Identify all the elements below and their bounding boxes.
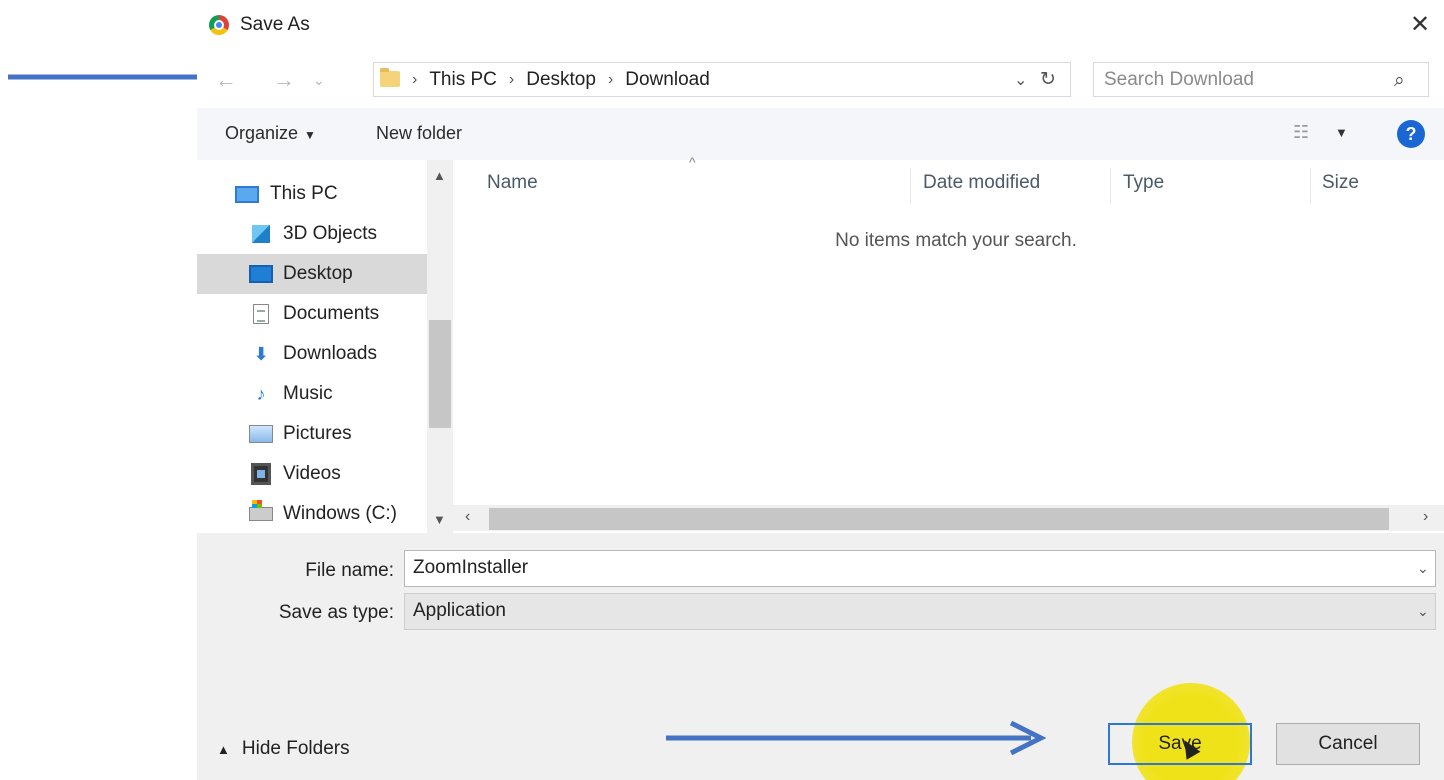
sidebar-item-3d-objects[interactable]: 3D Objects: [197, 214, 427, 254]
sidebar-item-label: Windows (C:): [283, 503, 398, 524]
search-icon[interactable]: ⌕: [1394, 70, 1405, 92]
navigation-pane: This PC 3D Objects Desktop Documents ⬇ D…: [197, 160, 427, 533]
sort-ascending-icon: ^: [689, 154, 696, 170]
file-name-value[interactable]: ZoomInstaller: [413, 557, 528, 579]
sidebar-item-label: Downloads: [283, 343, 377, 364]
file-name-dropdown-icon[interactable]: ⌄: [1417, 560, 1429, 577]
cancel-button[interactable]: Cancel: [1276, 723, 1420, 765]
chrome-logo-icon: [209, 15, 229, 35]
organize-button[interactable]: Organize ▼: [225, 123, 316, 144]
breadcrumb-download[interactable]: Download: [625, 69, 710, 91]
dialog-title: Save As: [240, 14, 310, 35]
breadcrumb-separator: ›: [508, 71, 515, 88]
back-arrow-icon[interactable]: ←: [215, 67, 237, 93]
scrollbar-thumb[interactable]: [489, 508, 1389, 530]
column-divider[interactable]: [1110, 168, 1111, 204]
sidebar-item-desktop[interactable]: Desktop: [197, 254, 427, 294]
column-header-size[interactable]: Size: [1322, 172, 1359, 194]
breadcrumb-separator: ›: [607, 71, 614, 88]
close-button[interactable]: ✕: [1405, 10, 1435, 40]
column-divider[interactable]: [910, 168, 911, 204]
folder-icon: [380, 68, 400, 87]
column-divider[interactable]: [1310, 168, 1311, 204]
pictures-icon: [249, 425, 273, 443]
drive-icon: [249, 500, 273, 521]
save-as-type-dropdown-icon[interactable]: ⌄: [1417, 603, 1429, 620]
address-bar[interactable]: › This PC › Desktop › Download ⌄ ↻: [373, 62, 1071, 97]
title-bar: Save As ✕: [197, 0, 1444, 52]
desktop-icon: [249, 265, 273, 283]
breadcrumb-this-pc[interactable]: This PC: [429, 69, 497, 91]
sidebar-item-label: 3D Objects: [283, 223, 377, 244]
sidebar-item-label: Videos: [283, 463, 341, 484]
search-input[interactable]: [1104, 69, 1384, 91]
downloads-icon: ⬇: [253, 343, 269, 364]
file-name-label: File name:: [305, 560, 394, 581]
view-options-caret-icon[interactable]: ▼: [1335, 125, 1348, 140]
annotation-arrow-save: [666, 720, 1046, 756]
sidebar-item-music[interactable]: ♪ Music: [197, 374, 427, 414]
scroll-down-icon[interactable]: ▼: [433, 512, 446, 527]
hide-folders-label: Hide Folders: [241, 738, 350, 759]
sidebar-item-downloads[interactable]: ⬇ Downloads: [197, 334, 427, 374]
command-toolbar: Organize ▼ New folder ☷ ▼ ?: [197, 108, 1444, 160]
music-icon: ♪: [256, 383, 266, 404]
sidebar-item-label: This PC: [270, 183, 338, 204]
save-as-type-select[interactable]: Application ⌄: [404, 593, 1436, 630]
breadcrumb: › This PC › Desktop › Download: [412, 69, 710, 91]
column-header-name[interactable]: Name: [487, 172, 538, 194]
save-as-type-label: Save as type:: [278, 602, 394, 623]
sidebar-item-documents[interactable]: Documents: [197, 294, 427, 334]
save-as-dialog: Save As ✕ ← → ⌄ › This PC › Desktop › Do…: [197, 0, 1444, 780]
save-as-type-value[interactable]: Application: [413, 600, 506, 622]
help-icon[interactable]: ?: [1397, 120, 1425, 148]
new-folder-button[interactable]: New folder: [376, 123, 462, 144]
empty-results-message: No items match your search.: [835, 230, 1077, 251]
file-list-horizontal-scrollbar[interactable]: ‹ ›: [453, 505, 1444, 531]
refresh-icon[interactable]: ↻: [1040, 68, 1056, 91]
search-box[interactable]: ⌕: [1093, 62, 1429, 97]
breadcrumb-desktop[interactable]: Desktop: [526, 69, 596, 91]
3d-objects-icon: [252, 225, 270, 243]
hide-folders-button[interactable]: ▲ Hide Folders: [217, 738, 350, 760]
sidebar-item-label: Documents: [283, 303, 380, 324]
this-pc-icon: [235, 185, 259, 203]
documents-icon: [253, 304, 269, 324]
sidebar-item-label: Pictures: [283, 423, 352, 444]
sidebar-item-videos[interactable]: Videos: [197, 454, 427, 494]
file-list: ^ Name Date modified Type Size No items …: [453, 154, 1444, 533]
address-dropdown-icon[interactable]: ⌄: [1014, 70, 1027, 90]
recent-locations-icon[interactable]: ⌄: [313, 72, 325, 89]
column-header-date-modified[interactable]: Date modified: [923, 172, 1040, 194]
sidebar-item-pictures[interactable]: Pictures: [197, 414, 427, 454]
column-header-type[interactable]: Type: [1123, 172, 1164, 194]
organize-label: Organize: [225, 123, 299, 143]
forward-arrow-icon[interactable]: →: [273, 67, 295, 93]
sidebar-item-label: Desktop: [283, 263, 353, 284]
videos-icon: [251, 463, 271, 485]
scroll-left-icon[interactable]: ‹: [465, 508, 470, 526]
scrollbar-thumb[interactable]: [429, 320, 451, 428]
sidebar-item-windows-c[interactable]: Windows (C:): [197, 494, 427, 533]
navigation-pane-scrollbar[interactable]: ▲ ▼: [427, 160, 453, 533]
breadcrumb-separator: ›: [412, 71, 418, 88]
scroll-up-icon[interactable]: ▲: [433, 168, 446, 183]
scroll-right-icon[interactable]: ›: [1423, 508, 1428, 526]
view-options-icon[interactable]: ☷: [1293, 122, 1309, 143]
sidebar-item-label: Music: [283, 383, 333, 404]
file-name-field[interactable]: ZoomInstaller ⌄: [404, 550, 1436, 587]
chevron-up-icon: ▲: [217, 741, 230, 757]
organize-caret-icon: ▼: [304, 128, 316, 142]
sidebar-item-this-pc[interactable]: This PC: [197, 174, 427, 214]
